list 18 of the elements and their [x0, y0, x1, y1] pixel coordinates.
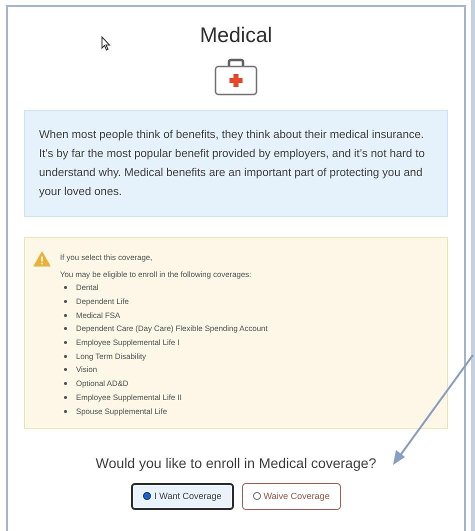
bullet-icon [64, 300, 67, 304]
page-title: Medical [200, 24, 272, 48]
bullet-icon [64, 382, 67, 386]
bullet-icon [64, 314, 67, 317]
enroll-question: Would you like to enroll in Medical coverage? [96, 454, 376, 471]
bullet-icon [64, 286, 67, 290]
bullet-icon [64, 410, 67, 413]
bullet-icon [64, 341, 67, 344]
mouse-cursor-icon [101, 36, 111, 51]
bullet-icon [64, 368, 67, 372]
bullet-icon [64, 327, 67, 330]
bullet-icon [64, 396, 67, 399]
coverage-option-button[interactable]: Waive Coverage [242, 482, 341, 510]
bullet-icon [64, 354, 67, 358]
warning-icon [33, 251, 51, 267]
coverage-option-button[interactable]: I Want Coverage [131, 482, 234, 510]
first-aid-kit-icon [214, 58, 258, 96]
description-text: When most people think of benefits, they think about their medical insurance. It’s by far the most popular benefit provided by employers, and it’s not hard to understand why. Medical benefits are an important part of protecting you and your loved ones. [24, 110, 448, 217]
